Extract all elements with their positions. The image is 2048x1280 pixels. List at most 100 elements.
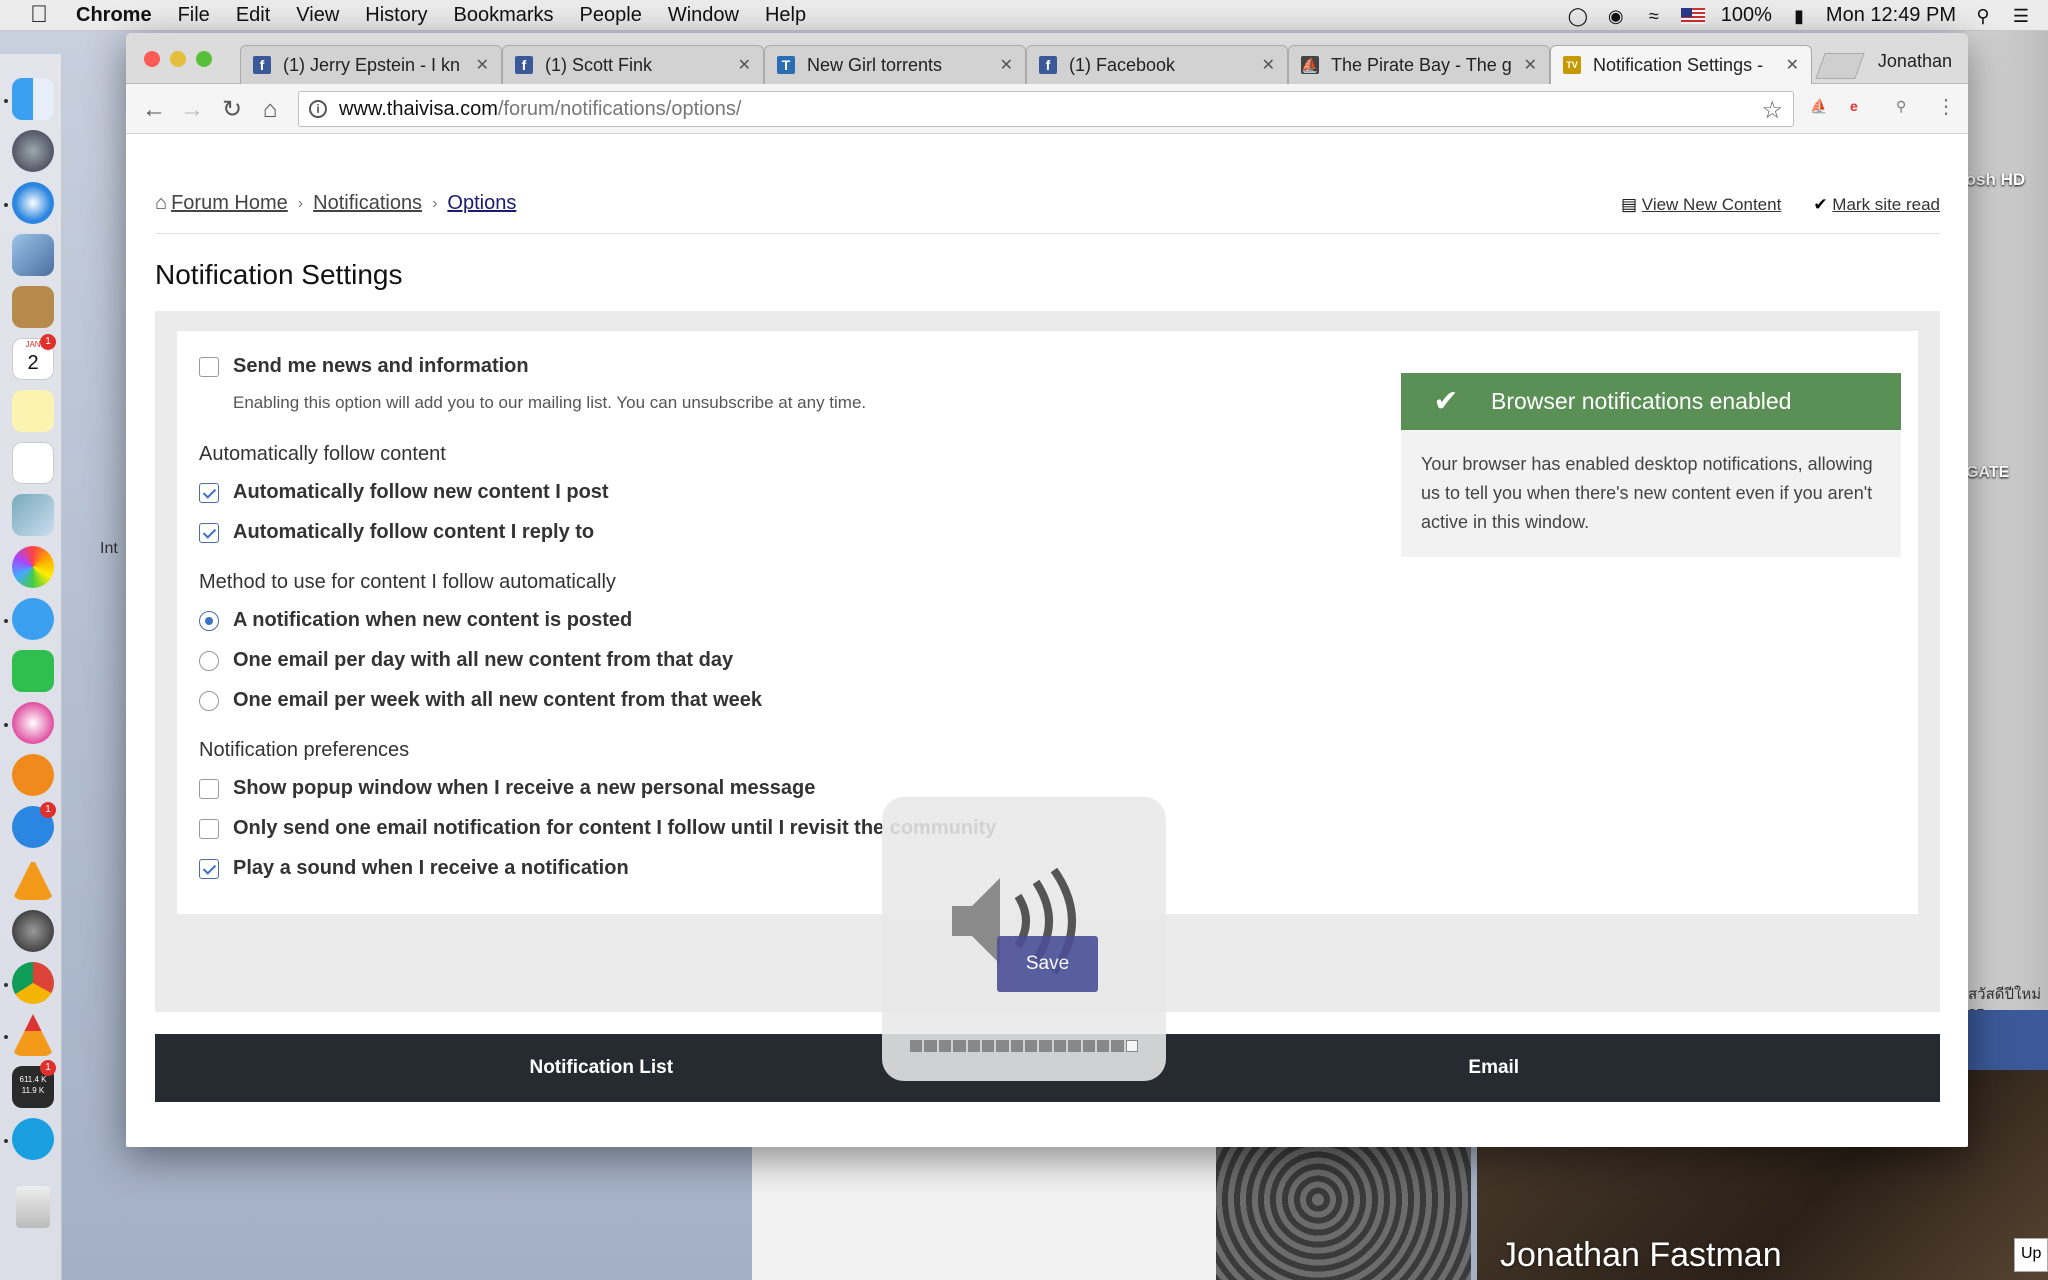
close-tab-icon[interactable]: ✕ — [738, 55, 751, 75]
notice-header: ✔ Browser notifications enabled — [1401, 373, 1901, 430]
browser-tab[interactable]: f (1) Jerry Epstein - I kn ✕ — [240, 45, 502, 84]
profile-button[interactable]: Jonathan — [1878, 51, 1952, 72]
desktop-drive-label[interactable]: GATE — [1966, 464, 2009, 482]
site-info-icon[interactable]: i — [309, 100, 327, 118]
menu-view[interactable]: View — [296, 4, 339, 27]
method-notification-radio[interactable] — [199, 610, 219, 631]
notification-center-icon[interactable]: ☰ — [2010, 5, 2032, 27]
facetime-icon[interactable] — [12, 650, 54, 692]
mark-site-read-label[interactable]: Mark site read — [1832, 195, 1940, 214]
breadcrumb-notifications[interactable]: Notifications — [313, 192, 422, 215]
menu-app-name[interactable]: Chrome — [76, 4, 152, 27]
bookmark-star-icon[interactable]: ☆ — [1761, 96, 1783, 125]
ibooks-icon[interactable] — [12, 754, 54, 796]
vlc-christmas-icon[interactable] — [12, 1014, 54, 1056]
home-icon[interactable]: ⌂ — [256, 96, 284, 124]
menu-clock[interactable]: Mon 12:49 PM — [1826, 4, 1956, 27]
browser-tab[interactable]: T New Girl torrents ✕ — [764, 45, 1026, 84]
menu-history[interactable]: History — [365, 4, 427, 27]
browser-tab[interactable]: ⛵ The Pirate Bay - The g ✕ — [1288, 45, 1550, 84]
tab-email[interactable]: Email — [1048, 1034, 1941, 1102]
messages-icon[interactable] — [12, 598, 54, 640]
mark-site-read-link[interactable]: ✔ Mark site read — [1813, 195, 1940, 215]
finder-icon[interactable] — [12, 78, 54, 120]
contacts-icon[interactable] — [12, 286, 54, 328]
follow-new-content-checkbox[interactable] — [199, 482, 219, 503]
close-tab-icon[interactable]: ✕ — [476, 55, 489, 75]
menu-people[interactable]: People — [580, 4, 642, 27]
launchpad-icon[interactable] — [12, 130, 54, 172]
battery-icon[interactable]: ▮ — [1788, 5, 1810, 27]
desktop-folder-label[interactable]: Int — [100, 540, 118, 558]
mail-icon[interactable] — [12, 234, 54, 276]
itunes-icon[interactable] — [12, 702, 54, 744]
close-tab-icon[interactable]: ✕ — [1000, 55, 1013, 75]
browser-tab[interactable]: f (1) Scott Fink ✕ — [502, 45, 764, 84]
search-extension-icon[interactable]: ⚲ — [1896, 98, 1906, 115]
desktop-hd-label[interactable]: tosh HD — [1960, 170, 2025, 190]
news-option[interactable]: Send me news and information — [199, 355, 529, 378]
back-arrow-icon[interactable]: ← — [140, 96, 168, 124]
follow-new-content-option[interactable]: Automatically follow new content I post — [199, 481, 609, 504]
reminders-icon[interactable] — [12, 442, 54, 484]
play-sound-checkbox[interactable] — [199, 858, 219, 879]
vlc-icon[interactable] — [12, 858, 54, 900]
play-sound-option[interactable]: Play a sound when I receive a notificati… — [199, 857, 629, 880]
menu-window[interactable]: Window — [668, 4, 739, 27]
background-up-button[interactable]: Up — [2014, 1238, 2048, 1272]
cloud-sync-icon[interactable]: ◯ — [1567, 5, 1589, 27]
menu-help[interactable]: Help — [765, 4, 806, 27]
chrome-menu-icon[interactable]: ⋮ — [1936, 94, 1956, 119]
follow-replies-checkbox[interactable] — [199, 522, 219, 543]
new-tab-button[interactable] — [1815, 53, 1865, 79]
method-weekly-email-option[interactable]: One email per week with all new content … — [199, 689, 762, 712]
system-preferences-icon[interactable] — [12, 910, 54, 952]
save-button[interactable]: Save — [997, 936, 1098, 992]
browser-tab[interactable]: f (1) Facebook ✕ — [1026, 45, 1288, 84]
menu-edit[interactable]: Edit — [236, 4, 270, 27]
reload-icon[interactable]: ↻ — [218, 96, 246, 124]
single-email-option[interactable]: Only send one email notification for con… — [199, 817, 996, 840]
close-tab-icon[interactable]: ✕ — [1262, 55, 1275, 75]
close-tab-icon[interactable]: ✕ — [1786, 55, 1799, 75]
close-window-button[interactable] — [144, 51, 160, 67]
notes-icon[interactable] — [12, 390, 54, 432]
method-daily-email-option[interactable]: One email per day with all new content f… — [199, 649, 733, 672]
view-new-content-link[interactable]: ▤ View New Content — [1621, 195, 1781, 215]
method-daily-email-radio[interactable] — [199, 650, 219, 671]
popup-window-checkbox[interactable] — [199, 778, 219, 799]
maps-icon[interactable] — [12, 494, 54, 536]
us-flag-icon[interactable] — [1680, 7, 1705, 24]
ebay-extension-icon[interactable]: e — [1850, 98, 1858, 114]
address-bar[interactable]: i www.thaivisa.com/forum/notifications/o… — [298, 91, 1794, 127]
volume-level-segment — [1096, 1040, 1110, 1052]
browser-tab-active[interactable]: TV Notification Settings - ✕ — [1550, 45, 1812, 84]
minimize-window-button[interactable] — [170, 51, 186, 67]
battery-percent[interactable]: 100% — [1721, 4, 1772, 27]
chrome-icon[interactable] — [12, 962, 54, 1004]
popup-window-option[interactable]: Show popup window when I receive a new p… — [199, 777, 815, 800]
eye-icon[interactable]: ◉ — [1605, 5, 1627, 27]
forward-arrow-icon[interactable]: → — [178, 96, 206, 124]
zoom-window-button[interactable] — [196, 51, 212, 67]
view-new-content-label[interactable]: View New Content — [1642, 195, 1782, 214]
follow-replies-option[interactable]: Automatically follow content I reply to — [199, 521, 594, 544]
safari-icon[interactable] — [12, 182, 54, 224]
single-email-checkbox[interactable] — [199, 818, 219, 839]
skype-icon[interactable] — [12, 1118, 54, 1160]
apple-icon[interactable]:  — [30, 3, 52, 27]
method-weekly-email-radio[interactable] — [199, 690, 219, 711]
close-tab-icon[interactable]: ✕ — [1524, 55, 1537, 75]
page-title: Notification Settings — [155, 259, 403, 290]
trash-icon[interactable] — [16, 1186, 50, 1228]
menu-bookmarks[interactable]: Bookmarks — [454, 4, 554, 27]
wifi-icon[interactable]: ≈ — [1643, 5, 1665, 27]
photos-icon[interactable] — [12, 546, 54, 588]
spotlight-search-icon[interactable]: ⚲ — [1972, 5, 1994, 27]
news-checkbox[interactable] — [199, 356, 219, 377]
method-notification-option[interactable]: A notification when new content is poste… — [199, 609, 632, 632]
breadcrumb-forum-home[interactable]: Forum Home — [171, 192, 288, 215]
menu-file[interactable]: File — [178, 4, 210, 27]
breadcrumb-options[interactable]: Options — [447, 192, 516, 215]
pirate-extension-icon[interactable]: ⛵ — [1810, 98, 1827, 115]
